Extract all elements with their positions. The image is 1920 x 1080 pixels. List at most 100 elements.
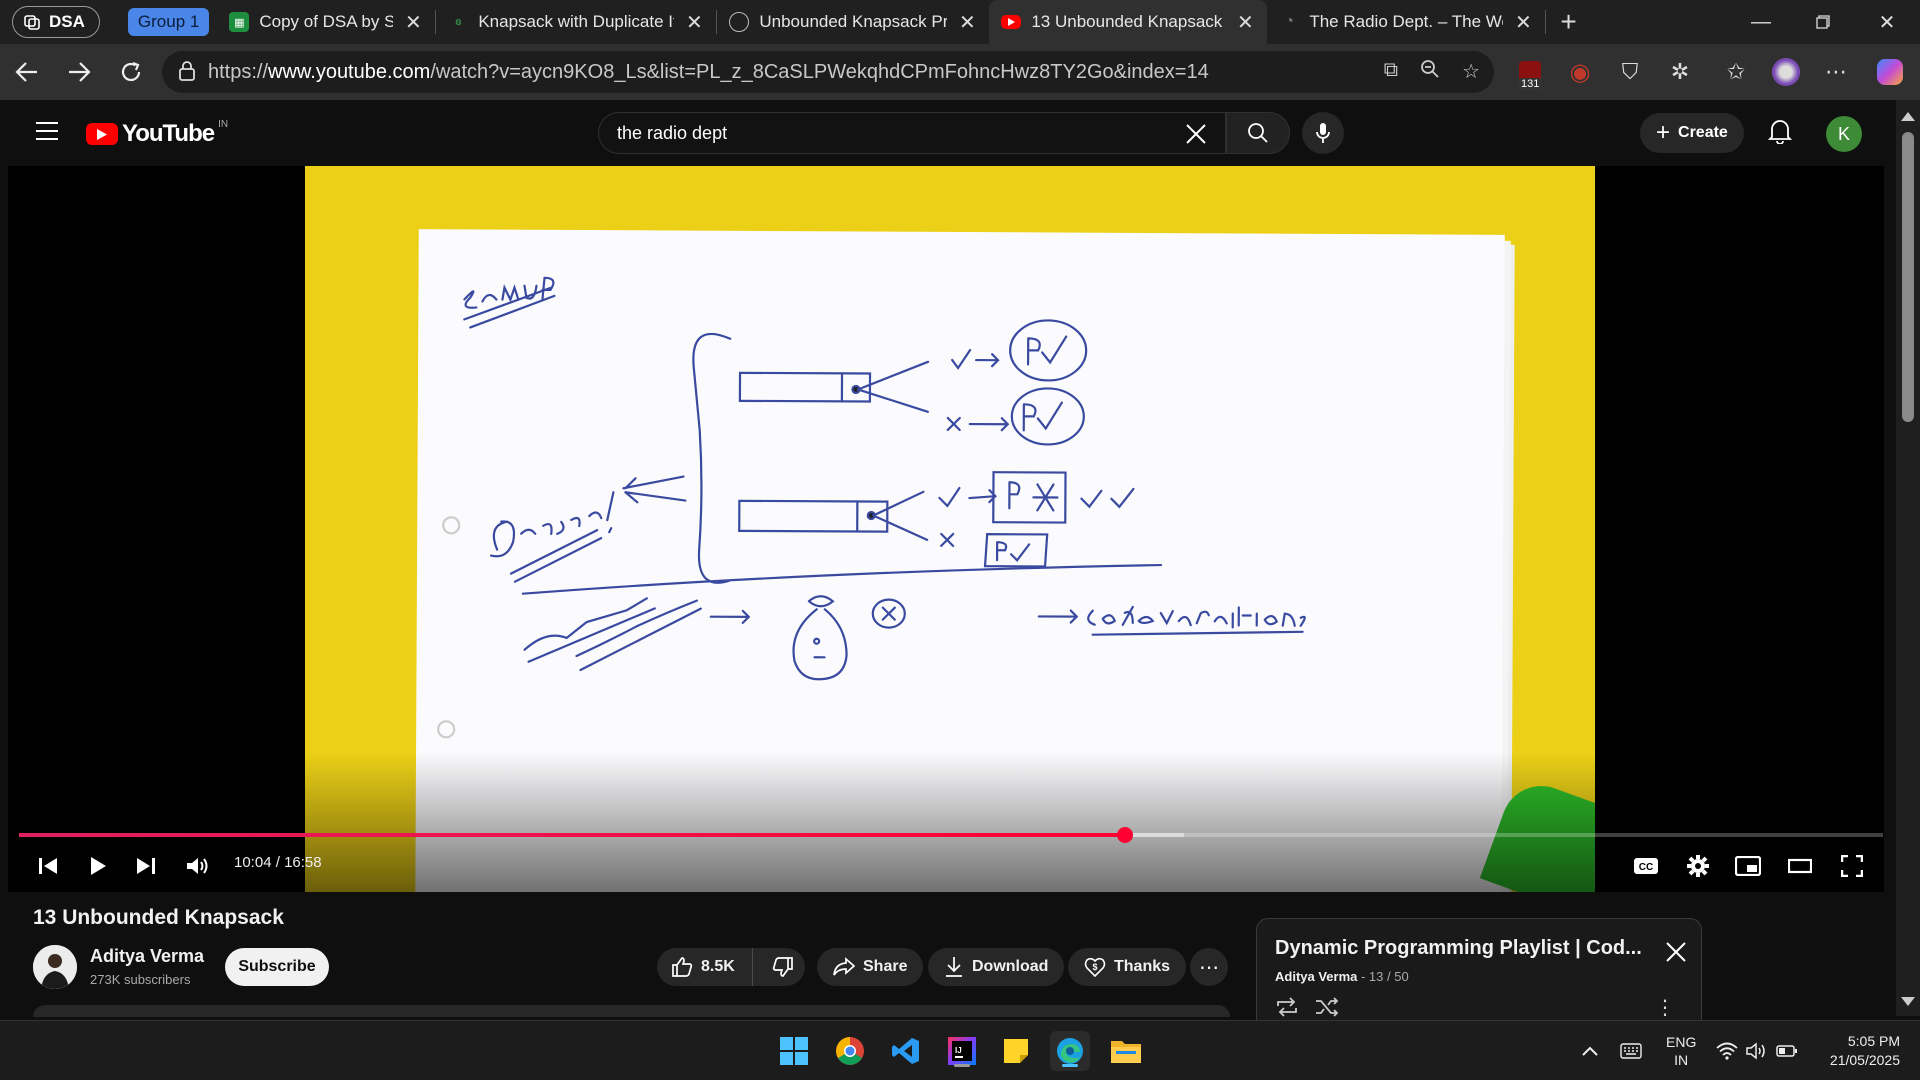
subtitles-button[interactable]: CC	[1628, 848, 1664, 884]
address-bar[interactable]: https://www.youtube.com/watch?v=aycn9KO8…	[162, 51, 1494, 93]
download-button[interactable]: Download	[928, 948, 1065, 986]
favorites-button[interactable]: ✩	[1716, 52, 1756, 92]
extension-record[interactable]: ◉	[1560, 52, 1600, 92]
close-icon[interactable]: ✕	[684, 10, 704, 35]
intellij-icon[interactable]: IJ	[942, 1031, 982, 1071]
windows-start-icon[interactable]	[774, 1031, 814, 1071]
share-button[interactable]: Share	[817, 948, 924, 986]
youtube-play-logo-icon	[86, 123, 118, 145]
page-scrollbar[interactable]	[1896, 100, 1920, 1016]
zoom-icon[interactable]	[1420, 59, 1440, 85]
extensions-button[interactable]: ✲	[1660, 52, 1700, 92]
theater-mode-button[interactable]	[1782, 848, 1818, 884]
tab-group-chip[interactable]: Group 1	[127, 8, 210, 36]
copilot-icon	[1877, 59, 1903, 85]
loop-playlist-icon[interactable]	[1275, 997, 1299, 1022]
favorites-icon: ✩	[1726, 59, 1746, 84]
tab-unbounded-knapsack[interactable]: Unbounded Knapsack Prob ✕	[717, 0, 989, 44]
channel-name[interactable]: Aditya Verma	[90, 946, 204, 967]
show-hidden-icons-button[interactable]	[1582, 1021, 1598, 1080]
sticky-notes-icon[interactable]	[996, 1031, 1036, 1071]
playlist-owner[interactable]: Aditya Verma	[1275, 969, 1357, 984]
back-button[interactable]	[4, 49, 50, 95]
settings-button[interactable]	[1680, 848, 1716, 884]
gear-icon	[1687, 855, 1709, 877]
system-clock[interactable]: 5:05 PM 21/05/2025	[1810, 1032, 1900, 1070]
dislike-button[interactable]	[761, 948, 805, 986]
youtube-logo[interactable]: YouTube IN	[86, 119, 228, 148]
file-explorer-icon[interactable]	[1106, 1031, 1146, 1071]
progress-bar[interactable]	[19, 827, 1883, 843]
close-icon[interactable]: ✕	[403, 10, 423, 35]
browser-tab-strip: DSA Group 1 ▦ Copy of DSA by Shradha D ✕…	[0, 0, 1920, 44]
thanks-button[interactable]: $ Thanks	[1068, 948, 1187, 986]
input-language-indicator[interactable]: ENG IN	[1666, 1033, 1696, 1069]
playlist-title[interactable]: Dynamic Programming Playlist | Cod...	[1275, 937, 1645, 960]
search-input[interactable]: the radio dept	[598, 112, 1226, 154]
favorite-star-icon[interactable]: ☆	[1462, 59, 1480, 85]
miniplayer-button[interactable]	[1730, 848, 1766, 884]
notifications-bell-icon[interactable]	[1767, 118, 1793, 149]
close-icon[interactable]: ✕	[1235, 10, 1255, 35]
scroll-up-arrow-icon[interactable]	[1901, 112, 1915, 121]
extension-shield[interactable]: ⛉	[1610, 52, 1650, 92]
download-icon	[946, 957, 962, 977]
tab-sheets[interactable]: ▦ Copy of DSA by Shradha D ✕	[217, 0, 435, 44]
extension-badge: 131	[1518, 78, 1543, 90]
settings-more-button[interactable]: ⋯	[1816, 52, 1856, 92]
keyboard-icon	[1620, 1043, 1642, 1059]
copilot-button[interactable]	[1870, 52, 1910, 92]
new-tab-button[interactable]: +	[1560, 6, 1576, 38]
subscribe-button[interactable]: Subscribe	[225, 948, 329, 986]
reload-button[interactable]	[108, 49, 154, 95]
scrubber-handle[interactable]	[1116, 827, 1133, 843]
voice-search-button[interactable]	[1302, 112, 1344, 154]
account-avatar[interactable]: K	[1826, 116, 1862, 152]
omnibox-actions: ⧉ ☆	[1384, 59, 1480, 85]
playlist-panel: Dynamic Programming Playlist | Cod... Ad…	[1256, 918, 1702, 1028]
more-actions-button[interactable]: ⋯	[1190, 948, 1228, 986]
forward-button[interactable]	[56, 49, 102, 95]
play-button[interactable]	[78, 848, 118, 884]
tab-radio-dept[interactable]: ◔ The Radio Dept. – The Wor ✕	[1267, 0, 1545, 44]
tab-youtube-active[interactable]: 13 Unbounded Knapsack - ✕	[989, 0, 1268, 44]
close-playlist-icon[interactable]	[1665, 941, 1687, 968]
thumbs-up-icon	[672, 957, 693, 977]
previous-button[interactable]	[30, 848, 66, 884]
chrome-icon[interactable]	[830, 1031, 870, 1071]
menu-icon[interactable]	[36, 122, 58, 140]
restore-button[interactable]	[1792, 0, 1854, 44]
close-icon[interactable]: ✕	[1513, 10, 1533, 35]
tab-gfg[interactable]: ɞ Knapsack with Duplicate It ✕	[436, 0, 716, 44]
clear-search-icon[interactable]	[1185, 121, 1207, 152]
touch-keyboard-button[interactable]	[1620, 1021, 1642, 1080]
channel-avatar[interactable]	[33, 945, 77, 989]
lock-icon[interactable]	[178, 61, 196, 81]
miniplayer-icon	[1735, 856, 1761, 876]
shuffle-icon[interactable]	[1315, 997, 1339, 1022]
svg-text:IJ: IJ	[955, 1046, 962, 1055]
extension-ublock[interactable]: 131	[1510, 52, 1550, 92]
create-button[interactable]: + Create	[1640, 113, 1744, 153]
edge-icon[interactable]	[1050, 1031, 1090, 1071]
scroll-thumb[interactable]	[1902, 132, 1914, 422]
description-box[interactable]	[33, 1005, 1230, 1017]
quick-settings-button[interactable]	[1716, 1021, 1798, 1080]
fullscreen-button[interactable]	[1834, 848, 1870, 884]
volume-button[interactable]	[178, 848, 218, 884]
close-window-button[interactable]: ✕	[1856, 0, 1918, 44]
scroll-down-arrow-icon[interactable]	[1901, 997, 1915, 1006]
close-icon[interactable]: ✕	[957, 10, 977, 35]
search-button[interactable]	[1226, 112, 1290, 154]
like-button[interactable]: 8.5K	[657, 948, 754, 986]
play-icon	[91, 857, 106, 875]
profile-button[interactable]	[1766, 52, 1806, 92]
playlist-menu-icon[interactable]: ⋮	[1655, 995, 1675, 1020]
next-button[interactable]	[128, 848, 164, 884]
workspace-button[interactable]: DSA	[12, 6, 100, 38]
url-path: /watch?v=aycn9KO8_Ls&list=PL_z_8CaSLPWek…	[430, 60, 1209, 83]
video-player[interactable]: 10:04 / 16:58 CC	[8, 166, 1884, 892]
vscode-icon[interactable]	[886, 1031, 926, 1071]
minimize-button[interactable]: —	[1730, 0, 1792, 44]
open-in-app-icon[interactable]: ⧉	[1384, 59, 1398, 85]
